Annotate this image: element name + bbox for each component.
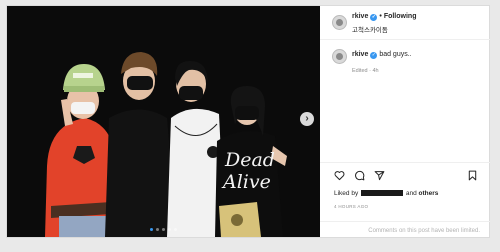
location-link[interactable]: 고척스카이돔	[352, 24, 388, 34]
caption-avatar[interactable]	[332, 49, 347, 64]
likes-joiner: and	[405, 190, 417, 197]
post-photo[interactable]: Dead Alive ›	[7, 6, 320, 237]
post-timestamp[interactable]: 4 HOURS AGO	[334, 204, 368, 209]
shirt-text-line-2: Alive	[221, 171, 271, 193]
comment-icon[interactable]	[354, 170, 365, 181]
redacted-username	[361, 190, 404, 196]
bookmark-icon[interactable]	[467, 170, 478, 181]
heart-icon[interactable]	[334, 170, 345, 181]
comments-limited-notice: Comments on this post have been limited.	[320, 221, 490, 234]
carousel-dot	[156, 228, 159, 231]
caption-text: bad guys..	[379, 51, 412, 58]
post-header: rkive ✓ • Following 고척스카이돔	[320, 6, 490, 40]
instagram-post: Dead Alive › rkive ✓ • Following 고척스카이돔 rki…	[6, 5, 490, 238]
group-photo-illustration: Dead Alive	[7, 6, 320, 237]
avatar[interactable]	[332, 15, 347, 30]
separator-dot: •	[379, 13, 382, 20]
likes-line: Liked by and others	[334, 190, 438, 197]
verified-badge-icon: ✓	[370, 14, 378, 21]
caption-meta: Edited · 4h	[352, 68, 379, 74]
paper-plane-icon[interactable]	[374, 170, 385, 181]
carousel-indicator	[7, 228, 320, 231]
following-button[interactable]: Following	[384, 13, 417, 20]
post-sidebar: rkive ✓ • Following 고척스카이돔 rkive ✓ bad guys.…	[320, 6, 490, 237]
username-link[interactable]: rkive	[352, 13, 368, 20]
action-bar	[320, 162, 490, 186]
header-user: rkive ✓ • Following	[352, 13, 416, 21]
next-photo-button[interactable]: ›	[300, 112, 314, 126]
verified-badge-icon: ✓	[370, 52, 378, 59]
shirt-text-line-1: Dead	[224, 149, 275, 171]
likes-prefix: Liked by	[334, 190, 359, 197]
caption: rkive ✓ bad guys..	[352, 51, 412, 59]
carousel-dot	[168, 228, 171, 231]
carousel-dot	[162, 228, 165, 231]
carousel-dot	[174, 228, 177, 231]
carousel-dot	[150, 228, 153, 231]
caption-username[interactable]: rkive	[352, 51, 368, 58]
others-link[interactable]: others	[419, 190, 439, 197]
